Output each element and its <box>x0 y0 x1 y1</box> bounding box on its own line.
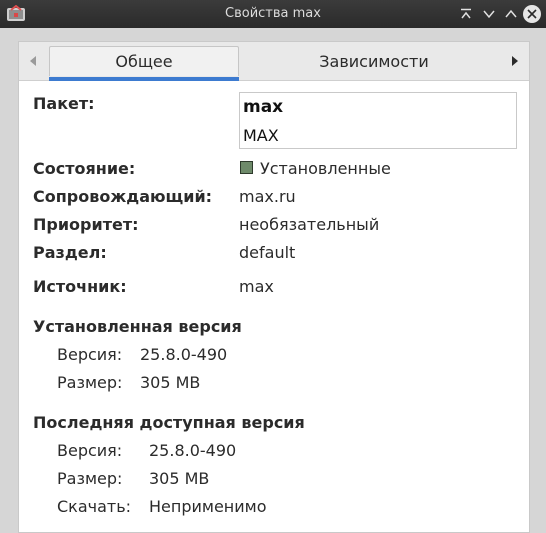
source-value: max <box>239 277 274 296</box>
close-button[interactable] <box>523 5 541 23</box>
minimize-icon <box>461 8 471 19</box>
properties-panel: Общее Зависимости Пакет: max MAX Состоян… <box>18 41 530 533</box>
latest-download-label: Скачать: <box>57 497 132 516</box>
latest-download-value: Неприменимо <box>149 497 267 516</box>
status-indicator-icon <box>240 161 253 174</box>
chevron-up-icon <box>505 9 517 18</box>
latest-size-value: 305 MB <box>149 469 210 488</box>
latest-version-title: Последняя доступная версия <box>33 413 305 432</box>
title-bar: Свойства max <box>0 0 546 28</box>
source-label: Источник: <box>33 277 127 296</box>
maximize-button[interactable] <box>502 5 520 23</box>
maintainer-value: max.ru <box>239 187 296 206</box>
status-value: Установленные <box>260 159 391 178</box>
tab-bar: Общее Зависимости <box>19 42 529 81</box>
latest-version-label: Версия: <box>57 441 123 460</box>
section-value: default <box>239 243 296 262</box>
tab-general[interactable]: Общее <box>49 46 239 81</box>
package-box: max MAX <box>239 92 517 149</box>
package-description: MAX <box>243 126 279 145</box>
installed-size-label: Размер: <box>57 373 123 392</box>
section-label: Раздел: <box>33 243 107 262</box>
arrow-left-icon <box>30 56 36 66</box>
priority-label: Приоритет: <box>33 215 139 234</box>
installed-version-title: Установленная версия <box>33 317 242 336</box>
tab-scroll-left-button[interactable] <box>21 42 45 80</box>
package-label: Пакет: <box>33 94 95 113</box>
installed-version-value: 25.8.0-490 <box>140 345 228 364</box>
maintainer-label: Сопровождающий: <box>33 187 213 206</box>
installed-size-value: 305 MB <box>140 373 201 392</box>
latest-size-label: Размер: <box>57 469 123 488</box>
status-label: Состояние: <box>33 159 136 178</box>
chevron-down-icon <box>483 10 495 19</box>
shade-button[interactable] <box>480 5 498 23</box>
minimize-button[interactable] <box>457 5 475 23</box>
tab-scroll-right-button[interactable] <box>503 42 527 80</box>
close-icon <box>527 9 537 19</box>
arrow-right-icon <box>512 56 518 66</box>
installed-version-label: Версия: <box>57 345 123 364</box>
latest-version-value: 25.8.0-490 <box>149 441 237 460</box>
tab-dependencies[interactable]: Зависимости <box>269 46 479 76</box>
priority-value: необязательный <box>239 215 380 234</box>
package-name: max <box>243 97 284 117</box>
